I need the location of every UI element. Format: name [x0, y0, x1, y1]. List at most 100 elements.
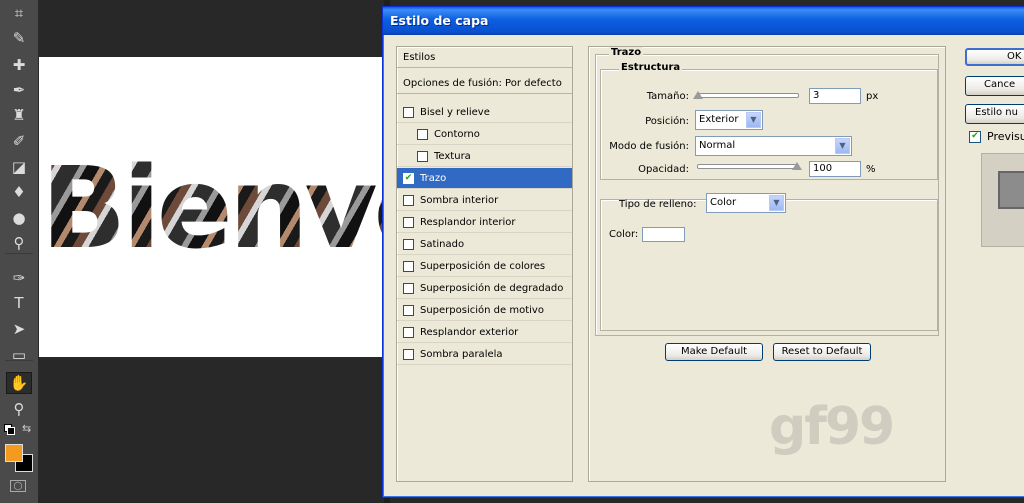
ok-button[interactable]: OK	[965, 48, 1024, 66]
style-item-satinado[interactable]: Satinado	[397, 234, 572, 255]
checkbox-icon[interactable]	[403, 260, 414, 272]
dialog-title: Estilo de capa	[390, 13, 489, 28]
zoom-tool-icon[interactable]: ⚲	[6, 398, 32, 420]
style-item-label: Textura	[434, 150, 471, 162]
style-item-label: Resplandor interior	[420, 216, 516, 228]
blend-mode-label: Modo de fusión:	[609, 141, 689, 152]
canvas-text-layer: Bienve	[41, 153, 384, 265]
clone-stamp-tool-icon[interactable]: ♜	[6, 104, 32, 126]
style-preview	[981, 153, 1024, 247]
style-item-bisel-y-relieve[interactable]: Bisel y relieve	[397, 102, 572, 123]
fill-group	[600, 199, 938, 331]
size-input[interactable]: 3	[809, 88, 861, 104]
checkbox-icon[interactable]	[403, 216, 414, 228]
opacity-input[interactable]: 100	[809, 161, 861, 177]
path-selection-tool-icon[interactable]: ➤	[6, 318, 32, 340]
cancel-button[interactable]: Cance	[965, 76, 1024, 96]
crop-tool-icon[interactable]: ⌗	[6, 2, 32, 24]
checkbox-icon[interactable]	[417, 150, 428, 162]
style-item-label: Bisel y relieve	[420, 106, 490, 118]
checkbox-icon[interactable]	[403, 304, 414, 316]
style-item-label: Superposición de degradado	[420, 282, 564, 294]
size-slider[interactable]	[697, 93, 799, 98]
chevron-down-icon: ▼	[769, 195, 784, 211]
position-select[interactable]: Exterior ▼	[695, 110, 763, 130]
eraser-tool-icon[interactable]: ◪	[6, 156, 32, 178]
checkbox-icon[interactable]	[403, 238, 414, 250]
preview-label: Previsu	[987, 130, 1024, 143]
style-item-trazo[interactable]: ✔ Trazo	[397, 168, 572, 189]
checkbox-icon[interactable]	[403, 194, 414, 206]
toolbar-separator	[5, 360, 33, 361]
opacity-slider-thumb[interactable]	[792, 162, 802, 170]
style-item-superposición-de-degradado[interactable]: Superposición de degradado	[397, 278, 572, 299]
opacity-unit: %	[866, 164, 876, 175]
fill-type-select[interactable]: Color ▼	[706, 193, 786, 213]
styles-header-label: Estilos	[403, 51, 436, 63]
opacity-slider[interactable]	[697, 164, 799, 169]
style-item-label: Sombra interior	[420, 194, 499, 206]
styles-header[interactable]: Estilos	[397, 47, 572, 68]
type-tool-icon[interactable]: T	[6, 292, 32, 314]
chevron-down-icon: ▼	[835, 138, 850, 154]
blend-options-item[interactable]: Opciones de fusión: Por defecto	[397, 73, 572, 94]
style-item-label: Contorno	[434, 128, 480, 140]
style-item-label: Superposición de colores	[420, 260, 546, 272]
opacity-label: Opacidad:	[638, 164, 689, 175]
foreground-color-swatch[interactable]	[5, 444, 23, 462]
preview-swatch	[998, 171, 1024, 209]
dialog-titlebar[interactable]: Estilo de capa	[383, 7, 1024, 35]
style-item-label: Sombra paralela	[420, 348, 503, 360]
style-item-resplandor-exterior[interactable]: Resplandor exterior	[397, 322, 572, 343]
paint-bucket-tool-icon[interactable]: ♦	[6, 181, 32, 203]
default-colors-icon[interactable]	[4, 424, 15, 435]
eyedropper-tool-icon[interactable]: ✎	[6, 27, 32, 49]
position-value: Exterior	[699, 114, 739, 125]
structure-group-title: Estructura	[619, 62, 683, 73]
checkbox-icon[interactable]	[417, 128, 428, 140]
checkbox-icon[interactable]	[403, 106, 414, 118]
style-item-sombra-interior[interactable]: Sombra interior	[397, 190, 572, 211]
checkbox-icon: ✔	[969, 130, 981, 143]
quick-mask-icon[interactable]: ◯	[10, 480, 26, 492]
size-slider-thumb[interactable]	[693, 91, 703, 99]
pen-tool-icon[interactable]: ✑	[6, 267, 32, 289]
healing-brush-tool-icon[interactable]: ✚	[6, 54, 32, 76]
style-item-superposición-de-colores[interactable]: Superposición de colores	[397, 256, 572, 277]
style-item-textura[interactable]: Textura	[397, 146, 572, 167]
swap-colors-icon[interactable]: ⇆	[22, 422, 31, 435]
checkbox-icon[interactable]	[403, 282, 414, 294]
size-label: Tamaño:	[646, 91, 689, 102]
stroke-settings-panel: Trazo Estructura Tamaño: 3 px Posición: …	[588, 46, 946, 482]
style-item-sombra-paralela[interactable]: Sombra paralela	[397, 344, 572, 365]
style-item-contorno[interactable]: Contorno	[397, 124, 572, 145]
checkbox-icon[interactable]	[403, 348, 414, 360]
make-default-button[interactable]: Make Default	[665, 343, 763, 361]
stroke-group-title: Trazo	[609, 47, 644, 58]
blend-mode-select[interactable]: Normal ▼	[695, 136, 852, 156]
checkbox-icon[interactable]	[403, 326, 414, 338]
preview-checkbox[interactable]: ✔ Previsu	[969, 130, 1024, 143]
style-item-superposición-de-motivo[interactable]: Superposición de motivo	[397, 300, 572, 321]
rectangle-tool-icon[interactable]: ▭	[6, 344, 32, 366]
fill-type-value: Color	[710, 197, 737, 208]
history-brush-tool-icon[interactable]: ✐	[6, 130, 32, 152]
stroke-color-swatch[interactable]	[642, 227, 685, 242]
toolbar-separator	[5, 253, 33, 254]
hand-tool-icon[interactable]: ✋	[6, 372, 32, 394]
style-item-resplandor-interior[interactable]: Resplandor interior	[397, 212, 572, 233]
document-canvas[interactable]: Bienve	[39, 57, 384, 357]
chevron-down-icon: ▼	[746, 112, 761, 128]
blur-tool-icon[interactable]: ●	[6, 207, 32, 229]
checkbox-checked-icon[interactable]: ✔	[403, 172, 414, 184]
blend-options-label: Opciones de fusión: Por defecto	[403, 77, 562, 89]
tools-panel: ⌗ ✎ ✚ ✒ ♜ ✐ ◪ ♦ ● ⚲ ✑ T ➤ ▭ ✋ ⚲ ⇆ ◯	[0, 0, 39, 503]
new-style-button[interactable]: Estilo nu	[965, 104, 1024, 124]
style-item-label: Superposición de motivo	[420, 304, 544, 316]
brush-tool-icon[interactable]: ✒	[6, 79, 32, 101]
reset-to-default-button[interactable]: Reset to Default	[773, 343, 871, 361]
fill-type-label: Tipo de relleno:	[619, 199, 697, 210]
size-unit: px	[866, 91, 879, 102]
color-label: Color:	[609, 229, 639, 240]
dodge-tool-icon[interactable]: ⚲	[6, 232, 32, 254]
